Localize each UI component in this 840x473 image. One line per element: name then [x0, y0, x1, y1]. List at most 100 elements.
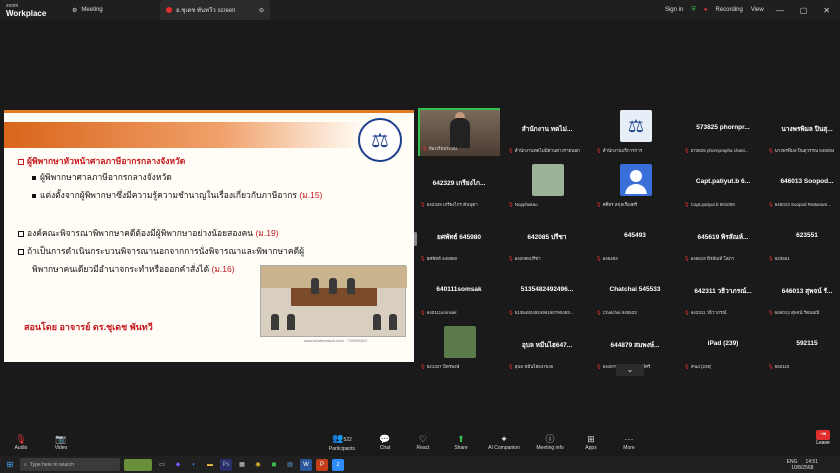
powerpoint-icon[interactable]: P [316, 458, 328, 471]
minimize-icon[interactable]: — [772, 6, 788, 15]
participant-tile[interactable]: 🎙Nopphakao [506, 162, 588, 210]
microphone-muted-icon: 🎙 [508, 364, 514, 369]
microphone-muted-icon: 🎙 [684, 202, 690, 207]
slide-top-bar [4, 110, 414, 113]
participant-tile[interactable]: ⚖ 🎙สำนักงานบริการการ [594, 108, 676, 156]
slide-accent-band [4, 122, 364, 148]
participant-tile[interactable]: อุบล หมีนไฮ647... 🎙อุบล หมีนไฮ647546 [506, 324, 588, 372]
participant-label: 🎙623551 [768, 256, 790, 262]
leave-button[interactable]: ⇥ Leave [816, 430, 830, 446]
participant-tile[interactable]: 645493 🎙645493 [594, 216, 676, 264]
word-icon[interactable]: W [300, 458, 312, 471]
judge-figure [347, 278, 355, 294]
zoom-logo: zoom Workplace [0, 3, 48, 18]
apps-label: Apps [585, 444, 597, 451]
react-button[interactable]: ♡ React [408, 428, 438, 456]
app-icon[interactable]: ▤ [284, 459, 296, 471]
edge-icon[interactable]: ◐ [188, 459, 200, 471]
microphone-muted-icon: 🎙 [684, 364, 690, 369]
file-explorer-icon[interactable]: ▬ [204, 459, 216, 471]
task-view-icon[interactable]: ▭ [156, 459, 168, 471]
microphone-muted-icon: 🎙 [684, 310, 690, 315]
participant-tile[interactable]: 642329 เกรียงไก... 🎙642329 เกรียงไกร คันน… [418, 162, 500, 210]
maximize-icon[interactable]: ▢ [796, 6, 812, 15]
share-button[interactable]: ⬆ Share [446, 428, 476, 456]
participant-tile[interactable]: iPad (239) 🎙iPad (239) [682, 324, 764, 372]
participants-label: Participants [328, 445, 356, 452]
participant-tile[interactable]: 642085 ปรีชา 🎙642085ปรีชา [506, 216, 588, 264]
participant-tile[interactable]: 646013 Soopod... 🎙646013 Soopod Rattanam.… [766, 162, 840, 210]
app-icon[interactable]: ▦ [236, 459, 248, 471]
tab-share-screen[interactable]: อ.ชุเดช พันทวีว screen ⊖ [160, 0, 270, 20]
clock-date: 10/8/2568 [791, 464, 814, 471]
participant-tile[interactable]: 646013 สุพจน์ รั... 🎙646013 สุพจน์ รัตนมณ… [766, 270, 840, 318]
participant-name: 642085 ปรีชา [527, 234, 567, 241]
apps-button[interactable]: ⊞ Apps [576, 428, 606, 456]
participant-tile[interactable]: 🎙ศศิธร สกุลเรืองศรี [594, 162, 676, 210]
participant-label-text: สำนักงานทดไม่มีส่วนต่างรายนอก [514, 148, 580, 153]
sign-in-link[interactable]: Sign in [665, 7, 683, 13]
participant-tile[interactable]: 592115 🎙592115 [766, 324, 840, 372]
logo-large-text: Workplace [6, 8, 47, 18]
photoshop-icon[interactable]: Ps [220, 458, 232, 471]
participant-tile[interactable]: 642311 วธิวาภรณ์... 🎙642311 วธิวาภรณ์ [682, 270, 764, 318]
microphone-muted-icon: 🎙 [508, 256, 514, 261]
courtroom-illustration [260, 265, 407, 337]
participant-tile[interactable]: 5135482492496... 🎙5135482492496160790493.… [506, 270, 588, 318]
participant-tile[interactable]: 623551 🎙623551 [766, 216, 840, 264]
participant-tile[interactable]: 🎙621327 มิตรพงษ์ [418, 324, 500, 372]
participant-tile[interactable]: สำนักงาน ทดไม่... 🎙สำนักงานทดไม่มีส่วนต่า… [506, 108, 588, 156]
participant-label: 🎙640111somsak [420, 310, 457, 316]
resize-handle[interactable] [414, 232, 417, 246]
view-button[interactable]: View [751, 7, 764, 13]
microphone-muted-icon: 🎙 [684, 256, 690, 261]
participant-tile[interactable]: 645619 พิรสัณห์... 🎙645619 พิรสัณห์ โสภา [682, 216, 764, 264]
apps-icon: ⊞ [587, 433, 595, 444]
title-bar: zoom Workplace ⚙ Meeting อ.ชุเดช พันทวีว… [0, 0, 840, 20]
close-icon[interactable]: ✕ [819, 6, 834, 15]
meeting-info-button[interactable]: ⓘ Meeting info [532, 428, 568, 456]
microphone-muted-icon: 🎙 [508, 148, 514, 153]
participant-tile[interactable]: Chatchai 545533 🎙Chatchai 545533 [594, 270, 676, 318]
system-clock[interactable]: ENG 14:51 10/8/2568 [787, 459, 840, 471]
participant-tile[interactable]: ยศพัทธ์ 645980 🎙ยศพัทธ์ 645980 [418, 216, 500, 264]
participant-label-text: 621327 มิตรพงษ์ [426, 364, 460, 369]
participant-name: 592115 [796, 340, 818, 347]
taskbar-search[interactable]: ⌕ Type here to search [20, 458, 120, 471]
participant-label-text: 623551 [774, 256, 790, 261]
video-button[interactable]: 📷 Video [46, 428, 76, 456]
participant-tile[interactable]: 573825 phornpr... 🎙573825 phornprapha cha… [682, 108, 764, 156]
participant-name: 645619 พิรสัณห์... [697, 234, 749, 241]
participant-label-text: 646013 สุพจน์ รัตนมณี [774, 310, 820, 315]
more-button[interactable]: ··· More [614, 428, 644, 456]
participant-tile[interactable]: 640111somsak 🎙640111somsak [418, 270, 500, 318]
chevron-down-icon[interactable]: ⌄ [616, 364, 644, 376]
tab-meeting[interactable]: ⚙ Meeting [48, 0, 160, 20]
ai-companion-button[interactable]: ✦ AI Companion [484, 428, 524, 456]
chrome-icon[interactable]: ◉ [252, 459, 264, 471]
participant-tile[interactable]: 🎙ห้องเรียนระบบ [418, 108, 500, 156]
exit-icon: ⇥ [816, 430, 830, 440]
windows-start-icon[interactable]: ⊞ [0, 460, 20, 469]
default-avatar-icon [620, 164, 652, 196]
copilot-icon[interactable]: ◆ [172, 459, 184, 471]
video-label: Video [54, 444, 68, 451]
language-indicator[interactable]: ENG [787, 459, 798, 465]
more-icon[interactable]: ⊖ [259, 7, 264, 14]
zoom-taskbar-icon[interactable]: z [332, 458, 344, 471]
profile-photo [444, 326, 476, 358]
news-widget-icon[interactable] [124, 458, 152, 471]
participant-tile[interactable]: นางพรพิมล ปินสุ... 🎙นางพรพิมล ปินสุวรรณ 6… [766, 108, 840, 156]
chat-button[interactable]: 💬 Chat [370, 428, 400, 456]
tab-meeting-label: Meeting [81, 7, 103, 13]
recording-label[interactable]: Recording [715, 7, 742, 13]
participant-label-text: อุบล หมีนไฮ647546 [514, 364, 554, 369]
line-icon[interactable]: ◼ [268, 459, 280, 471]
audio-button[interactable]: 🎙 Audio [6, 428, 36, 456]
participant-label-text: Nopphakao [514, 202, 538, 207]
participants-button[interactable]: 👥522 Participants [322, 428, 362, 456]
participant-tile[interactable]: Capt.patiyut.b 6... 🎙Capt.patiyut.b 60100… [682, 162, 764, 210]
slide-author: สอนโดย อาจารย์ ดร.ชุเดช พันทวี [24, 322, 153, 332]
participant-label-text: 573825 phornprapha chant... [690, 148, 749, 153]
participant-label: 🎙iPad (239) [684, 364, 711, 370]
